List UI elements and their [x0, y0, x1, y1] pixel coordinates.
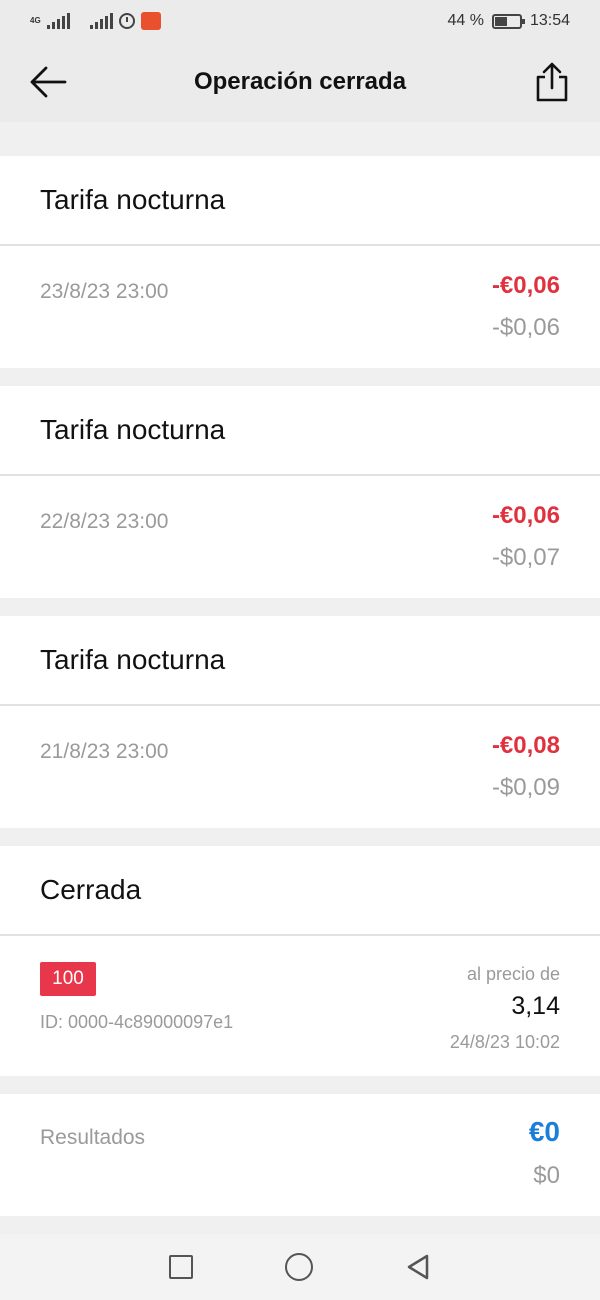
closed-title: Cerrada: [0, 846, 600, 936]
fee-card: Tarifa nocturna 22/8/23 23:00 -€0,06 -$0…: [0, 386, 600, 598]
arrow-left-icon: [30, 66, 67, 98]
results-label: Resultados: [40, 1126, 146, 1149]
app-notification-icon: [140, 12, 161, 30]
battery-percent: 44 %: [447, 12, 484, 29]
fee-title: Tarifa nocturna: [0, 616, 600, 706]
fee-amount-eur: -€0,06: [491, 272, 560, 299]
fee-date: 21/8/23 23:00: [40, 740, 169, 763]
fee-card: Tarifa nocturna 23/8/23 23:00 -€0,06 -$0…: [0, 156, 600, 368]
status-bar: 4G 44 % 13:54: [0, 0, 600, 42]
results-row: Resultados €0 $0: [0, 1094, 600, 1216]
recents-button[interactable]: [169, 1255, 193, 1279]
fee-date: 22/8/23 23:00: [40, 510, 169, 533]
fee-title: Tarifa nocturna: [0, 386, 600, 476]
closed-card: Cerrada 100 ID: 0000-4c89000097e1 al pre…: [0, 846, 600, 1076]
results-eur: €0: [528, 1116, 560, 1147]
fee-amount-eur: -€0,06: [491, 502, 560, 529]
close-date: 24/8/23 10:02: [449, 1032, 560, 1052]
share-icon: [536, 62, 568, 102]
fee-date: 23/8/23 23:00: [40, 280, 169, 303]
fee-title: Tarifa nocturna: [0, 156, 600, 246]
fee-amount-usd: -$0,09: [491, 774, 560, 801]
page-title: Operación cerrada: [193, 68, 407, 95]
status-left: 4G: [30, 12, 161, 30]
battery-icon: [491, 13, 525, 29]
fee-amount-usd: -$0,06: [491, 314, 560, 341]
alarm-icon: [118, 13, 135, 29]
share-button[interactable]: [532, 62, 572, 102]
quantity-badge: 100: [40, 962, 96, 996]
closed-row: 100 ID: 0000-4c89000097e1 al precio de 3…: [0, 936, 600, 1076]
signal-icon: [46, 13, 70, 29]
fee-card: Tarifa nocturna 21/8/23 23:00 -€0,08 -$0…: [0, 616, 600, 828]
home-button[interactable]: [285, 1253, 313, 1281]
system-nav-bar: [0, 1234, 600, 1300]
close-price: 3,14: [511, 992, 560, 1020]
results-usd: $0: [533, 1162, 560, 1189]
fee-row: 22/8/23 23:00 -€0,06 -$0,07: [0, 476, 600, 598]
fee-row: 21/8/23 23:00 -€0,08 -$0,09: [0, 706, 600, 828]
status-right: 44 % 13:54: [447, 12, 570, 30]
price-label: al precio de: [466, 964, 560, 984]
operation-id: ID: 0000-4c89000097e1: [40, 1012, 234, 1032]
back-nav-icon[interactable]: [405, 1253, 431, 1281]
fee-row: 23/8/23 23:00 -€0,06 -$0,06: [0, 246, 600, 368]
clock: 13:54: [529, 12, 570, 29]
app-bar: Operación cerrada: [0, 42, 600, 122]
network-type: 4G: [30, 16, 41, 25]
signal-icon-2: [89, 13, 113, 29]
fee-amount-usd: -$0,07: [491, 544, 560, 571]
fee-amount-eur: -€0,08: [491, 732, 560, 759]
results-card: Resultados €0 $0: [0, 1094, 600, 1216]
back-button[interactable]: [28, 62, 68, 102]
